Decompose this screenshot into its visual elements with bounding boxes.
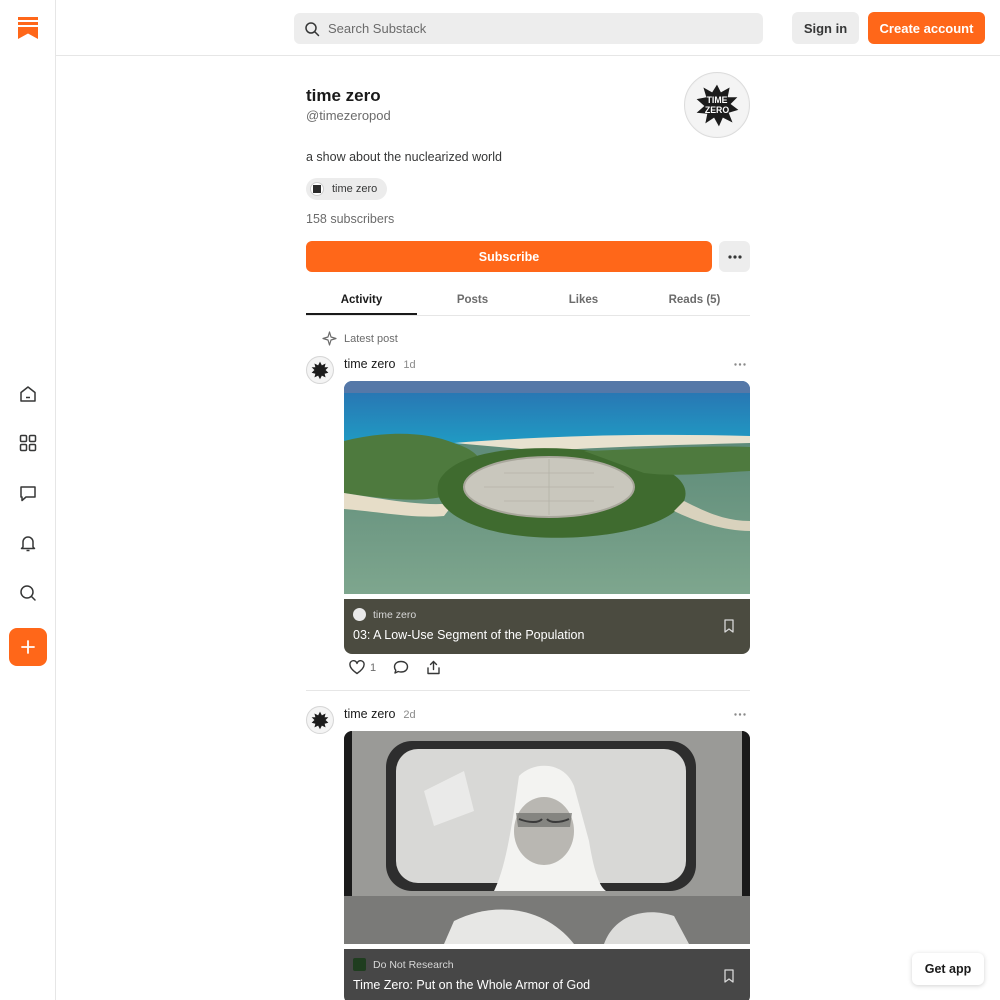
substack-logo-icon[interactable] bbox=[18, 17, 38, 39]
sparkle-icon bbox=[322, 331, 337, 346]
time-zero-logo-icon bbox=[307, 707, 333, 733]
post-card-footer: Do Not Research Time Zero: Put on the Wh… bbox=[344, 949, 750, 1000]
search-bar[interactable] bbox=[294, 13, 763, 44]
post-author-avatar[interactable] bbox=[306, 356, 334, 384]
profile-tabs: Activity Posts Likes Reads (5) bbox=[306, 285, 750, 316]
ellipsis-icon bbox=[734, 712, 746, 716]
time-zero-logo-icon bbox=[307, 357, 333, 383]
time-zero-logo-icon: TIME ZERO bbox=[685, 73, 749, 137]
post-cover-image bbox=[344, 731, 750, 944]
plus-icon bbox=[21, 640, 35, 654]
search-input[interactable] bbox=[328, 21, 748, 36]
subscriber-count: 158 subscribers bbox=[306, 212, 395, 226]
post-cover-image bbox=[344, 381, 750, 594]
post-divider bbox=[306, 690, 750, 691]
post-card[interactable]: time zero 03: A Low-Use Segment of the P… bbox=[344, 381, 750, 654]
left-rail bbox=[0, 0, 56, 1000]
post-title: Time Zero: Put on the Whole Armor of God bbox=[353, 978, 591, 992]
home-icon[interactable] bbox=[14, 380, 42, 408]
tab-posts[interactable]: Posts bbox=[417, 285, 528, 315]
heart-icon bbox=[349, 660, 365, 675]
ellipsis-icon bbox=[727, 254, 742, 259]
publication-chip[interactable]: time zero bbox=[306, 178, 388, 200]
get-app-button[interactable]: Get app bbox=[912, 953, 984, 985]
subscribe-button[interactable]: Subscribe bbox=[306, 241, 712, 272]
search-icon bbox=[305, 21, 320, 36]
publication-logo-icon bbox=[353, 608, 366, 621]
explore-grid-icon[interactable] bbox=[14, 429, 42, 457]
publication-logo-icon bbox=[353, 958, 366, 971]
post-publication-name: Do Not Research bbox=[373, 958, 454, 971]
publication-chip-label: time zero bbox=[332, 183, 378, 195]
post-card-footer: time zero 03: A Low-Use Segment of the P… bbox=[344, 599, 750, 654]
post-menu-button[interactable] bbox=[734, 709, 750, 719]
create-account-button[interactable]: Create account bbox=[868, 12, 985, 44]
post-author-text: time zero bbox=[344, 707, 396, 721]
share-button[interactable] bbox=[426, 660, 441, 675]
post-timestamp: 1d bbox=[403, 359, 416, 371]
post-publication: time zero bbox=[353, 608, 741, 621]
sign-in-button[interactable]: Sign in bbox=[792, 12, 859, 44]
post-menu-button[interactable] bbox=[734, 359, 750, 369]
share-icon bbox=[427, 660, 440, 675]
post-author-name[interactable]: time zero 1d bbox=[344, 357, 416, 371]
publication-logo-icon bbox=[310, 182, 324, 196]
bookmark-icon[interactable] bbox=[723, 619, 735, 633]
post-timestamp: 2d bbox=[403, 709, 416, 721]
like-button[interactable]: 1 bbox=[349, 660, 376, 675]
svg-text:ZERO: ZERO bbox=[705, 105, 729, 115]
profile-handle: @timezeropod bbox=[306, 108, 391, 123]
post-actions: 1 bbox=[349, 660, 458, 675]
search-icon[interactable] bbox=[14, 579, 42, 607]
comment-icon bbox=[393, 660, 409, 674]
post-author-text: time zero bbox=[344, 357, 396, 371]
post-publication: Do Not Research bbox=[353, 958, 741, 971]
comment-button[interactable] bbox=[393, 660, 409, 675]
like-count: 1 bbox=[370, 661, 377, 674]
bell-icon[interactable] bbox=[14, 529, 42, 557]
post-author-avatar[interactable] bbox=[306, 706, 334, 734]
post-card[interactable]: Do Not Research Time Zero: Put on the Wh… bbox=[344, 731, 750, 1000]
tab-activity[interactable]: Activity bbox=[306, 285, 417, 315]
tab-reads[interactable]: Reads (5) bbox=[639, 285, 750, 315]
profile-bio: a show about the nuclearized world bbox=[306, 150, 502, 164]
svg-text:TIME: TIME bbox=[707, 95, 728, 105]
ellipsis-icon bbox=[734, 362, 746, 366]
post-title: 03: A Low-Use Segment of the Population bbox=[353, 628, 585, 642]
bookmark-icon[interactable] bbox=[723, 969, 735, 983]
latest-post-label: Latest post bbox=[322, 331, 398, 346]
post-author-name[interactable]: time zero 2d bbox=[344, 707, 416, 721]
compose-button[interactable] bbox=[9, 628, 47, 666]
latest-post-text: Latest post bbox=[344, 332, 398, 345]
more-options-button[interactable] bbox=[719, 241, 750, 272]
profile-avatar: TIME ZERO bbox=[684, 72, 750, 138]
tab-likes[interactable]: Likes bbox=[528, 285, 639, 315]
post-publication-name: time zero bbox=[373, 608, 417, 621]
top-bar: Sign in Create account bbox=[56, 0, 1000, 56]
chat-icon[interactable] bbox=[14, 479, 42, 507]
